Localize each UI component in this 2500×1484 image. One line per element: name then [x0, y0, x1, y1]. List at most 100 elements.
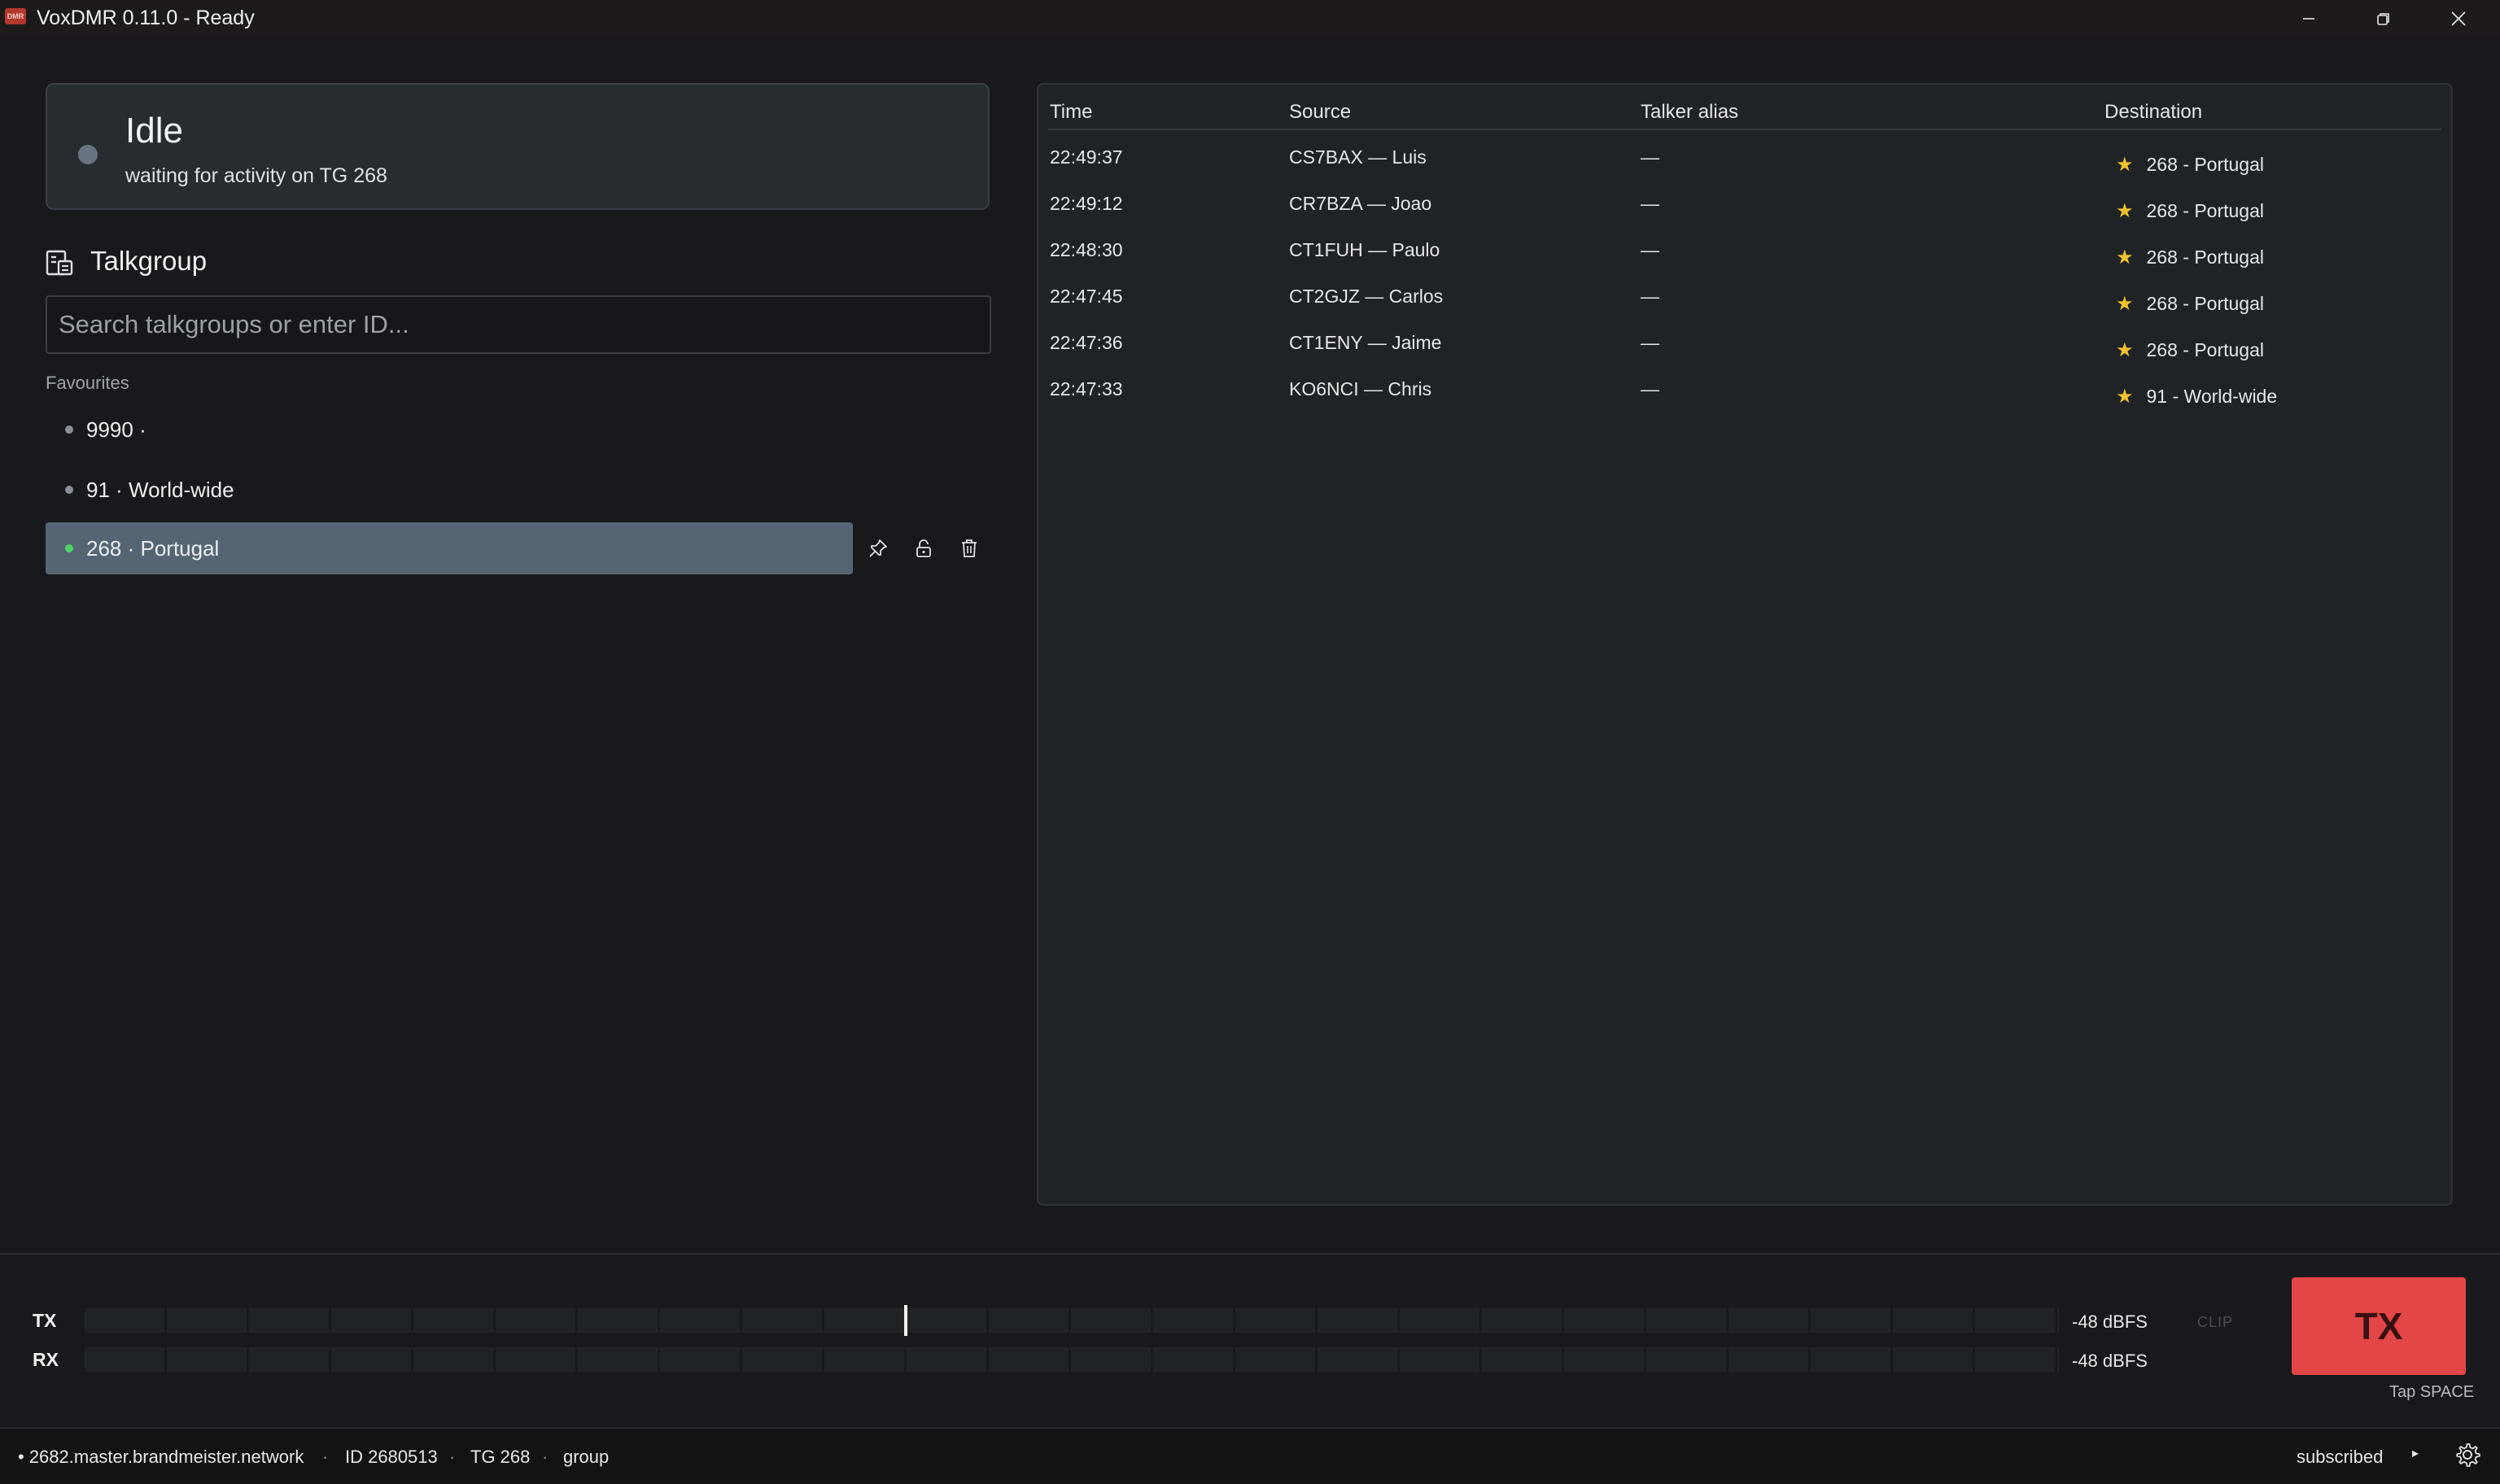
- status-title: Idle: [125, 111, 183, 151]
- favourite-star-icon: ★: [2116, 339, 2134, 361]
- table-row[interactable]: 22:47:45 CT2GJZ — Carlos — ★ 268 - Portugal: [1038, 279, 2451, 325]
- restore-icon: [2377, 12, 2389, 25]
- status-bar: • 2682.master.brandmeister.network · ID …: [0, 1429, 2500, 1484]
- table-row[interactable]: 22:48:30 CT1FUH — Paulo — ★ 268 - Portugal: [1038, 233, 2451, 278]
- play-icon[interactable]: ▸: [2412, 1445, 2419, 1461]
- cell-destination: ★ 268 - Portugal: [2116, 199, 2264, 223]
- favourites-label: Favourites: [46, 373, 129, 393]
- favourite-status-dot: [65, 486, 73, 494]
- destination-label: 268 - Portugal: [2146, 339, 2264, 360]
- favourite-item-9990[interactable]: 9990 ·: [46, 404, 853, 456]
- table-row[interactable]: 22:47:36 CT1ENY — Jaime — ★ 268 - Portugal: [1038, 325, 2451, 371]
- cell-time: 22:49:37: [1050, 146, 1123, 168]
- tx-level-meter: [85, 1308, 2059, 1333]
- destination-label: 268 - Portugal: [2146, 200, 2264, 221]
- cell-talker-alias: —: [1641, 332, 1659, 353]
- status-subtitle: waiting for activity on TG 268: [125, 164, 387, 187]
- title-bar: DMR VoxDMR 0.11.0 - Ready: [0, 0, 2500, 37]
- server-address: • 2682.master.brandmeister.network: [18, 1447, 304, 1467]
- rx-level-readout: -48 dBFS: [2072, 1351, 2148, 1371]
- status-indicator-dot: [78, 145, 98, 164]
- trash-icon: [962, 539, 977, 557]
- status-card: Idle waiting for activity on TG 268: [46, 83, 990, 210]
- footer-separator: ·: [322, 1447, 329, 1467]
- cell-talker-alias: —: [1641, 286, 1659, 307]
- column-header-time[interactable]: Time: [1050, 101, 1092, 124]
- talkgroup-search-input[interactable]: [46, 295, 991, 354]
- cell-talker-alias: —: [1641, 193, 1659, 214]
- tx-meter-segments: [85, 1308, 2059, 1333]
- rx-level-meter: [85, 1347, 2059, 1372]
- cell-talker-alias: —: [1641, 378, 1659, 399]
- cell-destination: ★ 268 - Portugal: [2116, 246, 2264, 269]
- favourite-item-268-selected[interactable]: 268 · Portugal: [46, 522, 853, 574]
- column-header-destination[interactable]: Destination: [2104, 101, 2202, 124]
- favourite-label: 9990 ·: [86, 417, 146, 442]
- clip-indicator: CLIP: [2197, 1314, 2234, 1330]
- cell-source: CT2GJZ — Carlos: [1289, 286, 1444, 307]
- cell-destination: ★ 268 - Portugal: [2116, 338, 2264, 362]
- talkgroup-icon: [46, 250, 73, 276]
- column-header-talker-alias[interactable]: Talker alias: [1641, 101, 1738, 124]
- tx-meter-label: TX: [33, 1310, 57, 1331]
- table-row[interactable]: 22:49:37 CS7BAX — Luis — ★ 268 - Portugal: [1038, 140, 2451, 186]
- cell-talker-alias: —: [1641, 146, 1659, 168]
- pin-button[interactable]: [862, 532, 894, 565]
- column-header-source[interactable]: Source: [1289, 101, 1351, 124]
- close-icon: [2451, 11, 2466, 26]
- destination-label: 268 - Portugal: [2146, 293, 2264, 314]
- table-row[interactable]: 22:49:12 CR7BZA — Joao — ★ 268 - Portugal: [1038, 186, 2451, 232]
- cell-time: 22:48:30: [1050, 239, 1123, 260]
- activity-table: Time Source Talker alias Destination 22:…: [1037, 83, 2453, 1206]
- rx-meter-segments: [85, 1347, 2059, 1372]
- close-button[interactable]: [2422, 0, 2495, 37]
- favourite-item-91[interactable]: 91 · World-wide: [46, 464, 853, 516]
- cell-talker-alias: —: [1641, 239, 1659, 260]
- cell-source: CT1FUH — Paulo: [1289, 239, 1440, 260]
- minimize-icon: [2303, 17, 2314, 20]
- transmit-hint: Tap SPACE: [2389, 1383, 2475, 1401]
- window-title: VoxDMR 0.11.0 - Ready: [37, 7, 255, 29]
- restore-button[interactable]: [2347, 0, 2420, 37]
- cell-time: 22:47:36: [1050, 332, 1123, 353]
- app-logo-text: DMR: [7, 12, 24, 20]
- favourite-star-icon: ★: [2116, 386, 2134, 408]
- transmit-button-label: TX: [2354, 1305, 2403, 1347]
- subscription-status: subscribed: [2297, 1447, 2384, 1467]
- tx-peak-marker: [903, 1305, 907, 1336]
- table-row[interactable]: 22:47:33 KO6NCI — Chris — ★ 91 - World-wide: [1038, 372, 2451, 417]
- tx-level-readout: -48 dBFS: [2072, 1312, 2148, 1332]
- destination-label: 91 - World-wide: [2146, 386, 2278, 407]
- cell-time: 22:47:45: [1050, 286, 1123, 307]
- cell-source: CS7BAX — Luis: [1289, 146, 1427, 168]
- favourite-star-icon: ★: [2116, 200, 2134, 222]
- cell-source: KO6NCI — Chris: [1289, 378, 1432, 399]
- cell-time: 22:47:33: [1050, 378, 1123, 399]
- favourite-label: 91 · World-wide: [86, 477, 234, 502]
- favourite-star-icon: ★: [2116, 293, 2134, 315]
- favourite-star-icon: ★: [2116, 154, 2134, 176]
- transmit-button[interactable]: TX: [2292, 1277, 2466, 1375]
- talkgroup-heading: Talkgroup: [90, 246, 208, 276]
- current-talkgroup: TG 268: [470, 1447, 531, 1467]
- destination-label: 268 - Portugal: [2146, 154, 2264, 175]
- delete-button[interactable]: [953, 532, 986, 565]
- call-mode: group: [563, 1447, 610, 1467]
- favourite-status-dot: [65, 544, 73, 552]
- radio-id: ID 2680513: [345, 1447, 438, 1467]
- footer-separator: ·: [542, 1447, 549, 1467]
- lock-button[interactable]: [907, 532, 940, 565]
- cell-time: 22:49:12: [1050, 193, 1123, 214]
- meter-divider: [0, 1253, 2500, 1255]
- app-logo-icon: DMR: [5, 8, 26, 24]
- rx-meter-label: RX: [33, 1349, 59, 1370]
- cell-destination: ★ 268 - Portugal: [2116, 292, 2264, 316]
- minimize-button[interactable]: [2272, 0, 2345, 37]
- favourite-label: 268 · Portugal: [86, 535, 220, 561]
- footer-separator: ·: [449, 1447, 456, 1467]
- cell-source: CR7BZA — Joao: [1289, 193, 1432, 214]
- gear-icon[interactable]: [2454, 1442, 2480, 1468]
- lock-icon: [916, 539, 931, 557]
- header-divider: [1048, 129, 2441, 130]
- favourite-status-dot: [65, 426, 73, 434]
